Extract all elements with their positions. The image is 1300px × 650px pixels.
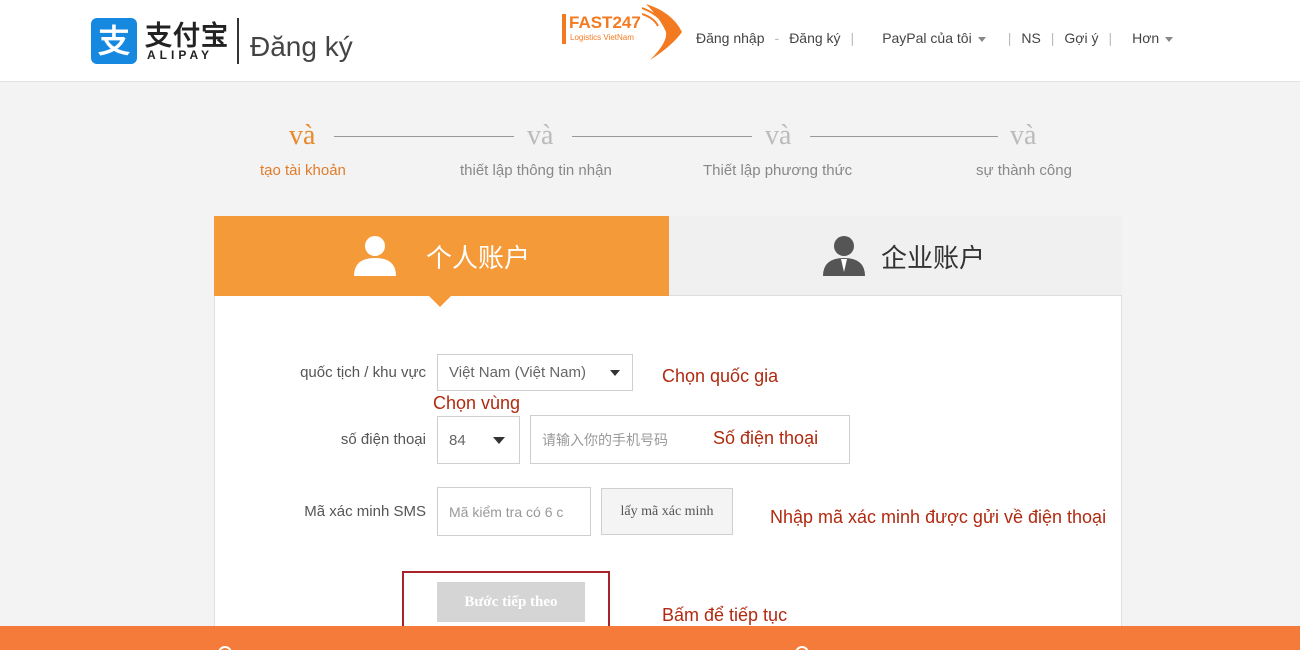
fast247-watermark-logo: FAST247 Logistics VietNam xyxy=(562,4,687,62)
page-title: Đăng ký xyxy=(250,31,353,62)
logo-divider xyxy=(237,18,239,64)
nav-my-paypal-menu[interactable]: PayPal của tôi xyxy=(882,30,986,46)
tab-personal-label: 个人账户 xyxy=(426,243,531,273)
annotation-enter-code: Nhập mã xác minh được gửi về điện thoại xyxy=(770,507,1107,527)
step-2-marker: và xyxy=(527,120,554,151)
footer-bar xyxy=(0,626,1300,650)
sms-placeholder: Mã kiểm tra có 6 c xyxy=(449,503,564,520)
annotation-choose-region: Chọn vùng xyxy=(433,393,521,413)
step-connector xyxy=(334,136,514,137)
country-label: quốc tịch / khu vực xyxy=(300,364,426,381)
phone-placeholder: 请输入你的手机号码 xyxy=(542,431,668,448)
step-connector xyxy=(810,136,998,137)
swoosh-icon xyxy=(642,4,682,60)
chevron-down-icon xyxy=(610,369,620,376)
tab-personal-account[interactable]: 个人账户 xyxy=(214,216,669,296)
next-step-button[interactable]: Bước tiếp theo xyxy=(437,582,585,622)
watermark-name: FAST247 xyxy=(569,13,641,32)
alipay-logo-en: ALIPAY xyxy=(147,48,214,62)
annotation-click-continue: Bấm để tiếp tục xyxy=(662,605,788,625)
user-icon xyxy=(354,236,396,276)
step-3-marker: và xyxy=(765,120,792,151)
annotation-phone-number: Số điện thoại xyxy=(713,428,819,448)
site-header: 支 支付宝 ALIPAY Đăng ký FAST247 Logistics V… xyxy=(0,0,1300,82)
watermark-tagline: Logistics VietNam xyxy=(570,33,634,42)
nav-more-label: Hơn xyxy=(1132,30,1160,46)
step-3-label: Thiết lập phương thức xyxy=(703,162,853,179)
step-1-marker: và xyxy=(289,120,316,151)
tab-business-account[interactable]: 企业账户 xyxy=(669,216,1122,296)
step-4-marker: và xyxy=(1010,120,1037,151)
country-select[interactable]: Việt Nam (Việt Nam) xyxy=(437,354,633,391)
step-4-label: sự thành công xyxy=(976,162,1072,179)
top-navigation: Đăng nhập - Đăng ký | PayPal của tôi | N… xyxy=(696,28,1183,48)
business-user-icon xyxy=(823,236,865,276)
chevron-down-icon xyxy=(1165,36,1174,42)
step-connector xyxy=(572,136,752,137)
nav-more-menu[interactable]: Hơn xyxy=(1132,30,1174,46)
country-value: Việt Nam (Việt Nam) xyxy=(449,364,586,381)
sms-label: Mã xác minh SMS xyxy=(304,503,426,520)
alipay-logo-icon[interactable]: 支 xyxy=(91,18,137,64)
nav-register-link[interactable]: Đăng ký xyxy=(789,30,840,46)
sms-code-input[interactable]: Mã kiểm tra có 6 c xyxy=(437,487,591,536)
nav-my-paypal-label: PayPal của tôi xyxy=(882,30,972,46)
active-tab-pointer xyxy=(428,295,452,307)
step-1-label: tạo tài khoản xyxy=(260,162,346,179)
chevron-down-icon xyxy=(493,437,505,444)
nav-suggest-link[interactable]: Gợi ý xyxy=(1064,30,1098,46)
tab-business-label: 企业账户 xyxy=(881,243,986,273)
nav-ns-link[interactable]: NS xyxy=(1021,30,1040,46)
phone-label: số điện thoại xyxy=(340,431,426,448)
annotation-choose-country: Chọn quốc gia xyxy=(662,366,779,386)
nav-login-link[interactable]: Đăng nhập xyxy=(696,30,765,46)
chevron-down-icon xyxy=(977,36,986,42)
get-verification-code-button[interactable]: lấy mã xác minh xyxy=(601,488,733,535)
step-2-label: thiết lập thông tin nhận xyxy=(460,162,612,179)
phone-code-value: 84 xyxy=(449,431,466,449)
phone-code-select[interactable]: 84 xyxy=(437,416,520,464)
